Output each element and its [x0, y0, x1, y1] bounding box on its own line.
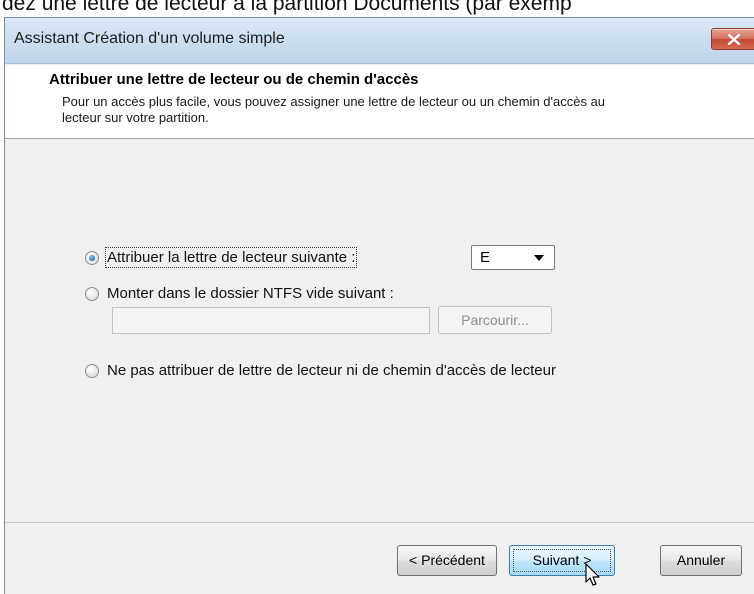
- mount-folder-label[interactable]: Monter dans le dossier NTFS vide suivant…: [107, 285, 394, 302]
- wizard-content: Attribuer la lettre de lecteur suivante …: [5, 140, 754, 537]
- previous-button[interactable]: < Précédent: [397, 545, 497, 576]
- cancel-button[interactable]: Annuler: [660, 545, 742, 576]
- option-assign-letter[interactable]: Attribuer la lettre de lecteur suivante …: [85, 247, 358, 268]
- drive-letter-value: E: [480, 249, 491, 266]
- option-no-letter[interactable]: Ne pas attribuer de lettre de lecteur ni…: [85, 362, 556, 379]
- assign-letter-label[interactable]: Attribuer la lettre de lecteur suivante …: [104, 247, 358, 268]
- close-button[interactable]: [711, 28, 754, 50]
- page-description: Pour un accès plus facile, vous pouvez a…: [62, 94, 606, 125]
- assign-letter-radio[interactable]: [85, 250, 99, 265]
- option-mount-folder[interactable]: Monter dans le dossier NTFS vide suivant…: [85, 285, 394, 302]
- window-title: Assistant Création d'un volume simple: [14, 30, 285, 47]
- folder-path-input[interactable]: [112, 307, 430, 334]
- mount-folder-radio[interactable]: [85, 286, 99, 301]
- drive-letter-select[interactable]: E: [471, 245, 555, 270]
- wizard-footer: < Précédent Suivant > Annuler: [5, 522, 754, 594]
- close-icon: [727, 34, 741, 45]
- wizard-window: Assistant Création d'un volume simple At…: [4, 17, 754, 594]
- mouse-cursor-icon: [585, 563, 600, 586]
- title-bar[interactable]: Assistant Création d'un volume simple: [5, 18, 754, 64]
- background-page-text: dez une lettre de lecteur à la partition…: [2, 0, 572, 15]
- chevron-down-icon: [534, 255, 544, 261]
- no-letter-label[interactable]: Ne pas attribuer de lettre de lecteur ni…: [107, 362, 556, 379]
- page-title: Attribuer une lettre de lecteur ou de ch…: [49, 71, 419, 88]
- browse-button[interactable]: Parcourir...: [438, 306, 552, 334]
- wizard-header: Attribuer une lettre de lecteur ou de ch…: [5, 65, 754, 139]
- no-letter-radio[interactable]: [85, 363, 99, 378]
